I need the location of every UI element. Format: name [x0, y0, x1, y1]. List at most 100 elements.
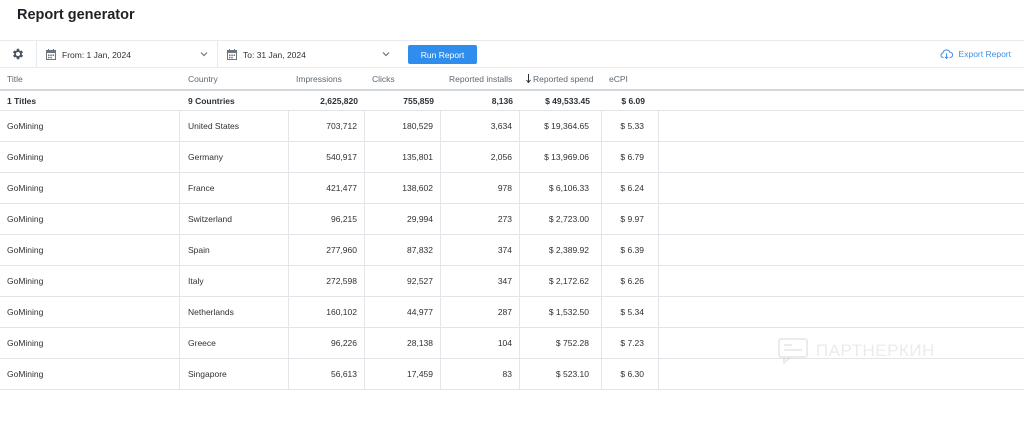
table-row[interactable]: GoMining Italy 272,598 92,527 347 $ 2,172.62 $… — [0, 266, 1024, 297]
cloud-download-icon — [940, 49, 953, 59]
total-impressions: 2,625,820 — [320, 95, 358, 106]
cell-clicks: 87,832 — [365, 235, 441, 265]
chevron-down-icon — [200, 52, 208, 57]
arrow-down-icon — [526, 74, 531, 83]
cell-impressions: 56,613 — [289, 359, 365, 389]
cell-ecpi: $ 5.33 — [602, 111, 659, 141]
cell-spend: $ 2,389.92 — [520, 235, 602, 265]
cell-installs: 978 — [441, 173, 520, 203]
cell-title: GoMining — [0, 235, 180, 265]
total-clicks: 755,859 — [403, 95, 434, 106]
cell-installs: 104 — [441, 328, 520, 358]
cell-ecpi: $ 9.97 — [602, 204, 659, 234]
table-header-row: Title Country Impressions Clicks Reporte… — [0, 68, 1024, 91]
cell-country: Italy — [180, 266, 289, 296]
page-title: Report generator — [17, 7, 135, 23]
table-row[interactable]: GoMining France 421,477 138,602 978 $ 6,106.3… — [0, 173, 1024, 204]
cell-country: Germany — [180, 142, 289, 172]
cell-title: GoMining — [0, 266, 180, 296]
cell-ecpi: $ 6.39 — [602, 235, 659, 265]
table-row[interactable]: GoMining Netherlands 160,102 44,977 287 $ 1,5… — [0, 297, 1024, 328]
cell-title: GoMining — [0, 173, 180, 203]
cell-country: Switzerland — [180, 204, 289, 234]
from-date-label: From: 1 Jan, 2024 — [62, 49, 131, 60]
cell-ecpi: $ 6.79 — [602, 142, 659, 172]
totals-row: 1 Titles 9 Countries 2,625,820 755,859 8… — [0, 91, 1024, 111]
cell-country: France — [180, 173, 289, 203]
total-title: 1 Titles — [7, 95, 37, 106]
watermark: ПАРТНЕРКИН — [778, 338, 935, 364]
cell-spend: $ 13,969.06 — [520, 142, 602, 172]
table-row[interactable]: GoMining United States 703,712 180,529 3,634… — [0, 111, 1024, 142]
column-header-impressions[interactable]: Impressions — [289, 68, 365, 89]
cell-clicks: 92,527 — [365, 266, 441, 296]
chevron-down-icon — [382, 52, 390, 57]
cell-clicks: 28,138 — [365, 328, 441, 358]
export-report-button[interactable]: Export Report — [940, 48, 1011, 59]
column-header-country[interactable]: Country — [180, 68, 289, 89]
column-header-title[interactable]: Title — [0, 68, 180, 89]
cell-title: GoMining — [0, 297, 180, 327]
from-date-picker[interactable]: From: 1 Jan, 2024 — [36, 41, 217, 68]
cell-installs: 83 — [441, 359, 520, 389]
watermark-text: ПАРТНЕРКИН — [816, 341, 935, 360]
cell-spend: $ 2,723.00 — [520, 204, 602, 234]
cell-impressions: 540,917 — [289, 142, 365, 172]
cell-impressions: 96,215 — [289, 204, 365, 234]
cell-ecpi: $ 6.30 — [602, 359, 659, 389]
to-date-label: To: 31 Jan, 2024 — [243, 49, 306, 60]
cell-impressions: 421,477 — [289, 173, 365, 203]
chat-logo-icon — [778, 338, 808, 364]
cell-country: Spain — [180, 235, 289, 265]
cell-clicks: 17,459 — [365, 359, 441, 389]
column-header-ecpi[interactable]: eCPI — [602, 68, 659, 89]
export-report-label: Export Report — [958, 48, 1011, 59]
cell-ecpi: $ 6.26 — [602, 266, 659, 296]
cell-spend: $ 752.28 — [520, 328, 602, 358]
cell-country: Greece — [180, 328, 289, 358]
report-toolbar: From: 1 Jan, 2024 To: 31 Jan, 2024 Run R… — [0, 40, 1024, 68]
table-row[interactable]: GoMining Spain 277,960 87,832 374 $ 2,389.92 $… — [0, 235, 1024, 266]
cell-impressions: 96,226 — [289, 328, 365, 358]
cell-clicks: 44,977 — [365, 297, 441, 327]
cell-impressions: 703,712 — [289, 111, 365, 141]
total-spend: $ 49,533.45 — [545, 95, 590, 106]
cell-clicks: 29,994 — [365, 204, 441, 234]
column-header-spend-label: Reported spend — [533, 73, 594, 84]
cell-title: GoMining — [0, 359, 180, 389]
cell-country: Netherlands — [180, 297, 289, 327]
cell-spend: $ 6,106.33 — [520, 173, 602, 203]
cell-title: GoMining — [0, 328, 180, 358]
column-header-installs[interactable]: Reported installs — [441, 68, 520, 89]
cell-spend: $ 1,532.50 — [520, 297, 602, 327]
cell-impressions: 160,102 — [289, 297, 365, 327]
column-header-clicks[interactable]: Clicks — [365, 68, 441, 89]
total-country: 9 Countries — [188, 95, 235, 106]
cell-ecpi: $ 5.34 — [602, 297, 659, 327]
column-header-spend[interactable]: Reported spend — [520, 68, 602, 89]
to-date-picker[interactable]: To: 31 Jan, 2024 — [217, 41, 399, 68]
cell-installs: 3,634 — [441, 111, 520, 141]
cell-clicks: 138,602 — [365, 173, 441, 203]
cell-clicks: 135,801 — [365, 142, 441, 172]
cell-ecpi: $ 6.24 — [602, 173, 659, 203]
cell-country: United States — [180, 111, 289, 141]
calendar-icon — [227, 49, 237, 60]
cell-impressions: 272,598 — [289, 266, 365, 296]
cell-spend: $ 523.10 — [520, 359, 602, 389]
cell-spend: $ 2,172.62 — [520, 266, 602, 296]
cell-clicks: 180,529 — [365, 111, 441, 141]
cell-installs: 287 — [441, 297, 520, 327]
cell-country: Singapore — [180, 359, 289, 389]
cell-impressions: 277,960 — [289, 235, 365, 265]
calendar-icon — [46, 49, 56, 60]
cell-installs: 374 — [441, 235, 520, 265]
cell-title: GoMining — [0, 204, 180, 234]
gear-icon[interactable] — [11, 47, 25, 61]
table-row[interactable]: GoMining Switzerland 96,215 29,994 273 $ 2,72… — [0, 204, 1024, 235]
cell-installs: 347 — [441, 266, 520, 296]
run-report-button[interactable]: Run Report — [408, 45, 477, 64]
table-row[interactable]: GoMining Germany 540,917 135,801 2,056 $ 13,9… — [0, 142, 1024, 173]
total-installs: 8,136 — [491, 95, 513, 106]
cell-title: GoMining — [0, 111, 180, 141]
